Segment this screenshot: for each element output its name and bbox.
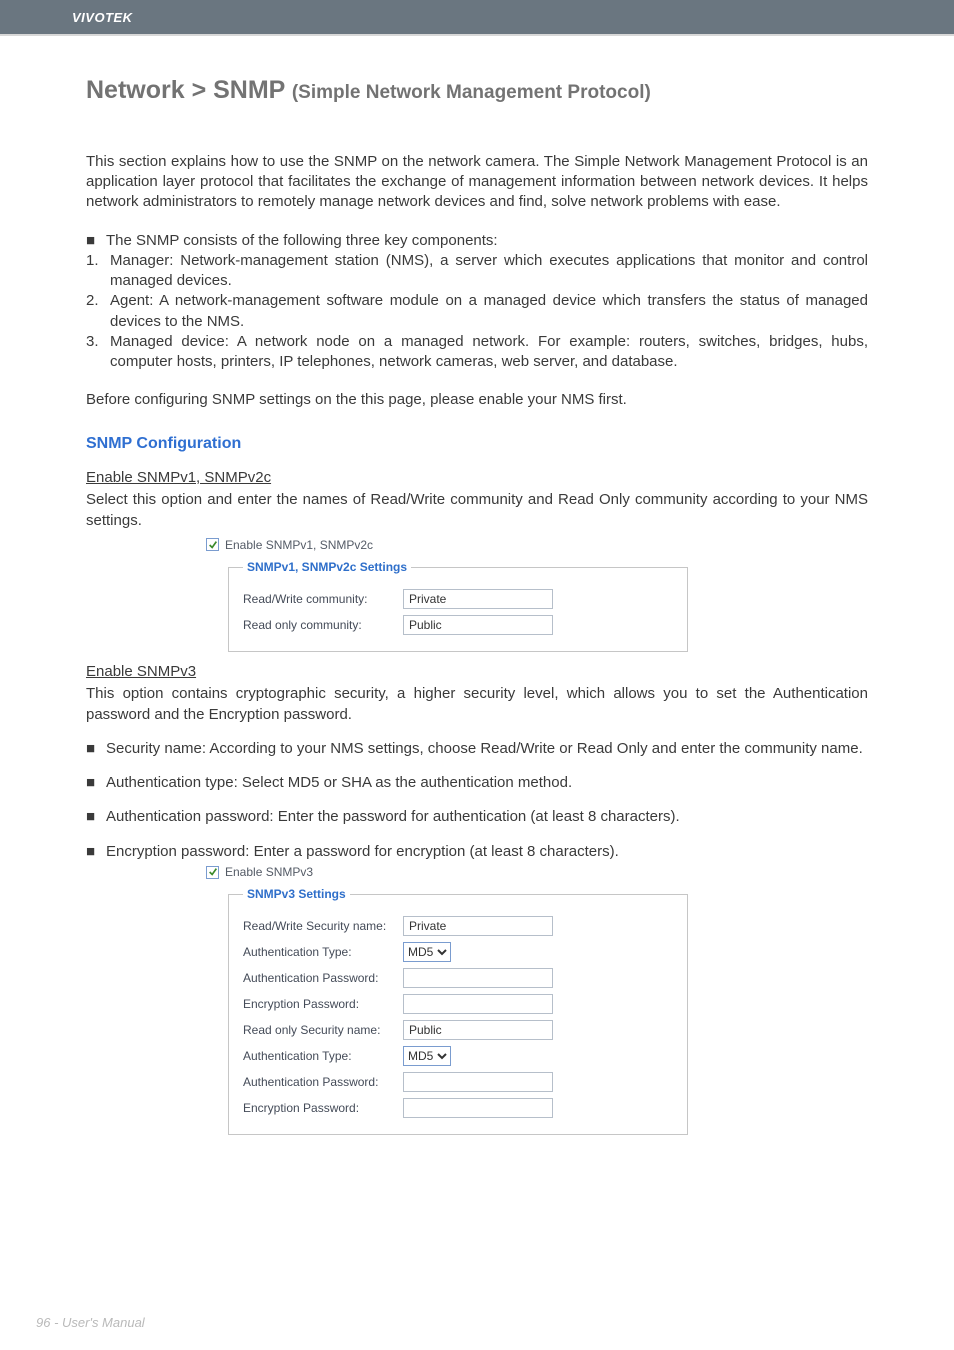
v3-bullet-2: Authentication type: Select MD5 or SHA a… <box>106 773 868 793</box>
auth-pw-label-2: Authentication Password: <box>243 1074 403 1090</box>
title-sub: (Simple Network Management Protocol) <box>292 82 651 103</box>
auth-pw-input-2[interactable] <box>403 1072 553 1092</box>
auth-type-label-1: Authentication Type: <box>243 944 403 960</box>
page-header: VIVOTEK <box>0 0 954 34</box>
components-item-2: Agent: A network-management software mod… <box>110 291 868 332</box>
v3-heading: Enable SNMPv3 <box>86 662 868 682</box>
v3-block: Enable SNMPv3 This option contains crypt… <box>86 662 868 1135</box>
ro-community-input[interactable] <box>403 615 553 635</box>
num-marker: 1. <box>86 251 110 292</box>
enc-pw-input-2[interactable] <box>403 1098 553 1118</box>
components-lead: The SNMP consists of the following three… <box>106 231 868 251</box>
ro-community-label: Read only community: <box>243 617 403 633</box>
v1v2c-fieldset: SNMPv1, SNMPv2c Settings Read/Write comm… <box>228 559 688 652</box>
v1v2c-legend: SNMPv1, SNMPv2c Settings <box>243 559 411 575</box>
v1v2c-enable-row: Enable SNMPv1, SNMPv2c <box>206 537 868 553</box>
v1v2c-desc: Select this option and enter the names o… <box>86 490 868 531</box>
rw-community-input[interactable] <box>403 589 553 609</box>
v3-settings-panel: Enable SNMPv3 SNMPv3 Settings Read/Write… <box>206 864 868 1135</box>
v3-bullet-4: Encryption password: Enter a password fo… <box>106 842 868 862</box>
num-marker: 3. <box>86 332 110 373</box>
components-item-3: Managed device: A network node on a mana… <box>110 332 868 373</box>
checkbox-checked-icon[interactable] <box>206 538 219 551</box>
v3-fieldset: SNMPv3 Settings Read/Write Security name… <box>228 886 688 1135</box>
bullet-icon: ■ <box>86 231 106 251</box>
auth-type-select-1[interactable]: MD5 <box>403 942 451 962</box>
v3-enable-label: Enable SNMPv3 <box>225 864 313 880</box>
v3-bullet-3: Authentication password: Enter the passw… <box>106 807 868 827</box>
page-content: Network > SNMP (Simple Network Managemen… <box>0 36 954 1135</box>
v3-enable-row: Enable SNMPv3 <box>206 864 868 880</box>
ro-secname-label: Read only Security name: <box>243 1022 403 1038</box>
enc-pw-label-1: Encryption Password: <box>243 996 403 1012</box>
snmp-config-heading: SNMP Configuration <box>86 433 868 455</box>
page-title: Network > SNMP (Simple Network Managemen… <box>86 74 868 108</box>
auth-type-select-2[interactable]: MD5 <box>403 1046 451 1066</box>
num-marker: 2. <box>86 291 110 332</box>
enc-pw-label-2: Encryption Password: <box>243 1100 403 1116</box>
ro-secname-input[interactable] <box>403 1020 553 1040</box>
components-item-1: Manager: Network-management station (NMS… <box>110 251 868 292</box>
auth-pw-label-1: Authentication Password: <box>243 970 403 986</box>
v3-bullet-1: Security name: According to your NMS set… <box>106 739 868 759</box>
components-block: ■ The SNMP consists of the following thr… <box>86 231 868 373</box>
checkbox-checked-icon[interactable] <box>206 866 219 879</box>
bullet-icon: ■ <box>86 842 106 862</box>
v1v2c-block: Enable SNMPv1, SNMPv2c Select this optio… <box>86 468 868 652</box>
before-paragraph: Before configuring SNMP settings on the … <box>86 390 868 410</box>
bullet-icon: ■ <box>86 773 106 793</box>
auth-type-label-2: Authentication Type: <box>243 1048 403 1064</box>
v1v2c-heading: Enable SNMPv1, SNMPv2c <box>86 468 868 488</box>
v1v2c-enable-label: Enable SNMPv1, SNMPv2c <box>225 537 373 553</box>
v1v2c-settings-panel: Enable SNMPv1, SNMPv2c SNMPv1, SNMPv2c S… <box>206 537 868 652</box>
rw-secname-input[interactable] <box>403 916 553 936</box>
intro-paragraph: This section explains how to use the SNM… <box>86 152 868 213</box>
bullet-icon: ■ <box>86 807 106 827</box>
title-main: Network > SNMP <box>86 76 292 104</box>
v3-legend: SNMPv3 Settings <box>243 886 350 902</box>
bullet-icon: ■ <box>86 739 106 759</box>
rw-secname-label: Read/Write Security name: <box>243 918 403 934</box>
brand-text: VIVOTEK <box>72 10 133 25</box>
page-footer: 96 - User's Manual <box>36 1315 145 1330</box>
v3-desc: This option contains cryptographic secur… <box>86 684 868 725</box>
auth-pw-input-1[interactable] <box>403 968 553 988</box>
rw-community-label: Read/Write community: <box>243 591 403 607</box>
enc-pw-input-1[interactable] <box>403 994 553 1014</box>
